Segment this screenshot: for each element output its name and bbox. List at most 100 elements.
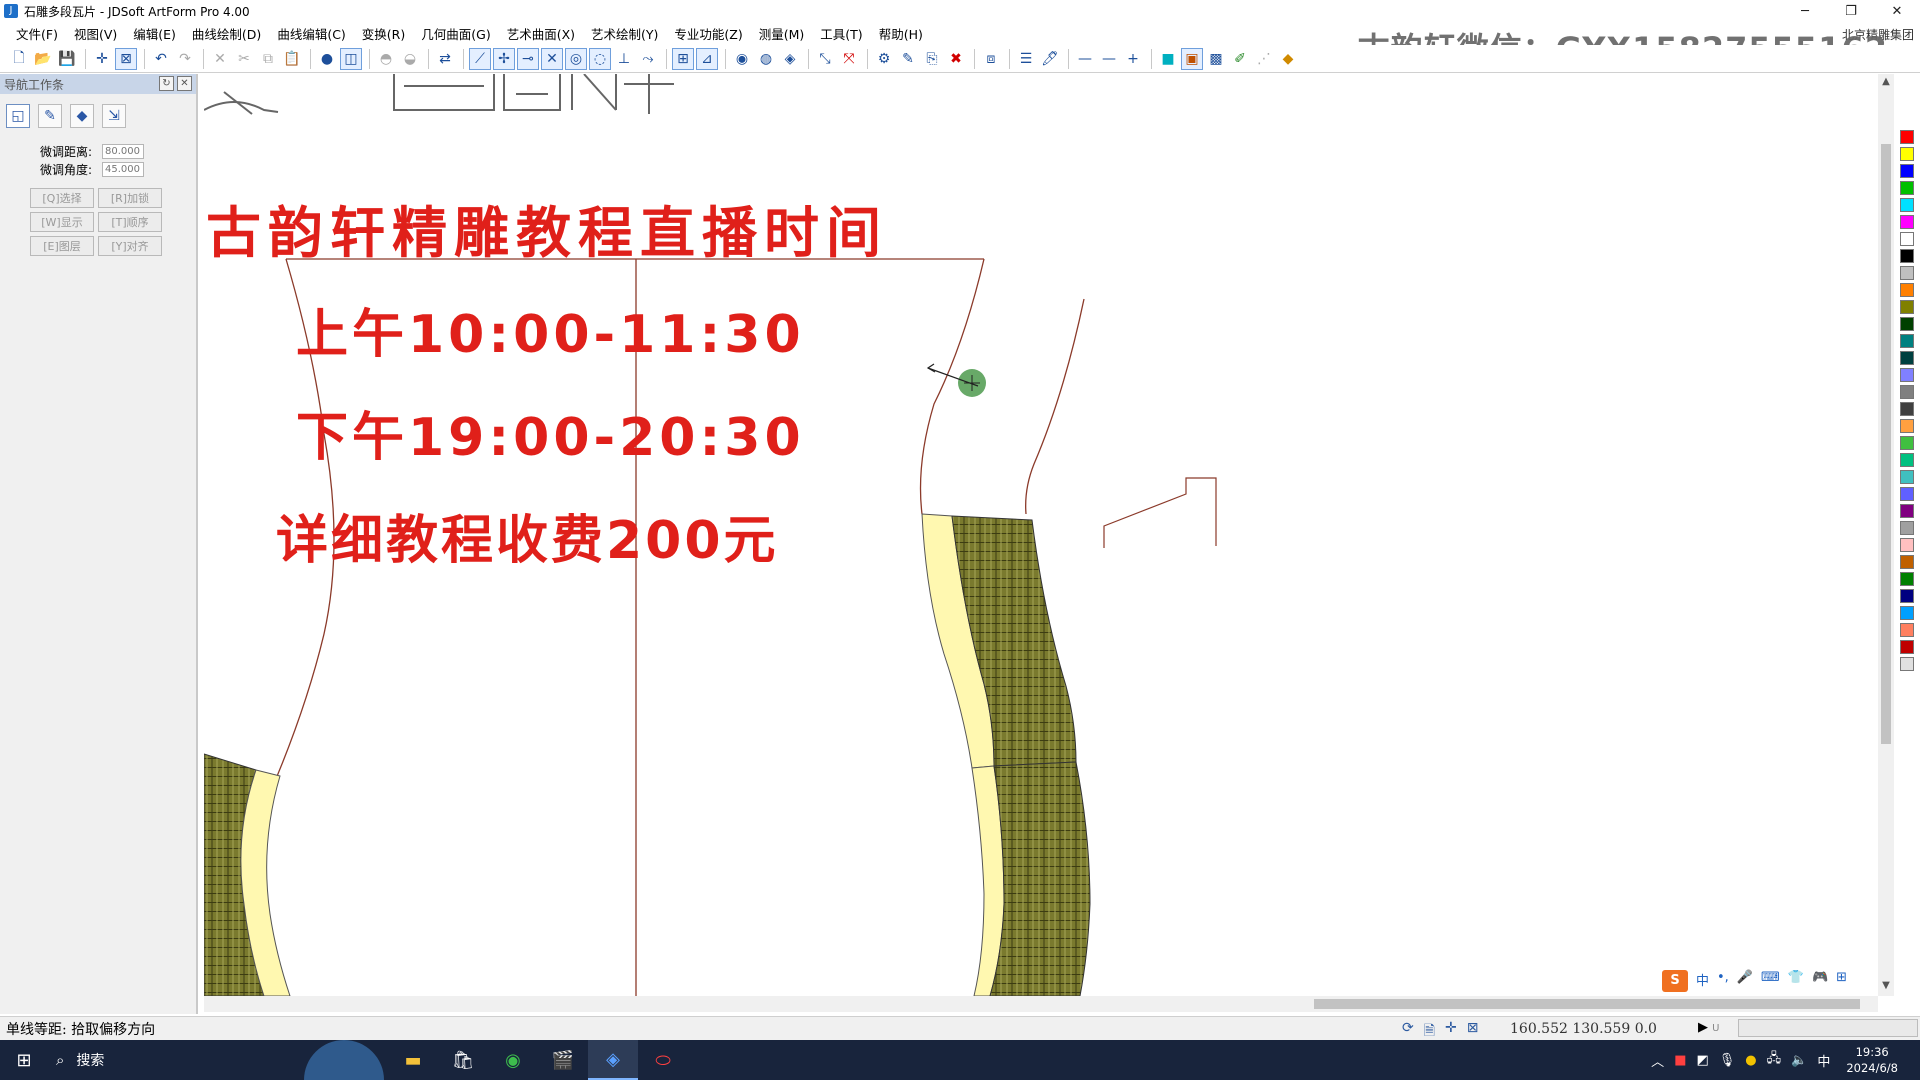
hatch-icon[interactable]: ☰ [1015, 48, 1037, 70]
new-file-icon[interactable]: 🗋 [8, 48, 30, 70]
menu-art-surface[interactable]: 艺术曲面(X) [501, 24, 581, 43]
volume-icon[interactable]: 🔈 [1791, 1053, 1807, 1068]
layer-hide-icon[interactable]: ◍ [755, 48, 777, 70]
menu-curve-draw[interactable]: 曲线绘制(D) [186, 24, 267, 43]
save-icon[interactable]: 💾 [56, 48, 78, 70]
node-join-icon[interactable]: ⎘ [921, 48, 943, 70]
microphone-icon[interactable]: 🎤 [1737, 970, 1753, 992]
pick-remove-icon[interactable]: ⤧ [838, 48, 860, 70]
color-swatch[interactable] [1900, 215, 1914, 229]
color-swatch[interactable] [1900, 334, 1914, 348]
taskbar-search[interactable]: ⌕ 搜索 [48, 1050, 248, 1070]
color-swatch[interactable] [1900, 453, 1914, 467]
ime-toolbar[interactable]: S 中 •, 🎤 ⌨ 👕 🎮 ⊞ [1658, 968, 1852, 994]
tray-app-icon[interactable]: ◩ [1696, 1053, 1708, 1068]
snap-perpendicular-icon[interactable]: ⊥ [613, 48, 635, 70]
close-icon[interactable]: ✕ [177, 76, 192, 91]
fine-distance-input[interactable] [102, 143, 144, 159]
tab-layer-icon[interactable]: ◆ [70, 104, 94, 128]
close-button[interactable]: ✕ [1874, 0, 1920, 22]
delete-icon[interactable]: ✕ [209, 48, 231, 70]
cube-view-icon[interactable]: ◫ [340, 47, 362, 70]
color-swatch[interactable] [1900, 283, 1914, 297]
display-button[interactable]: [W]显示 [30, 212, 94, 232]
color-swatch[interactable] [1900, 436, 1914, 450]
menu-help[interactable]: 帮助(H) [873, 24, 929, 43]
scroll-down-icon[interactable]: ▼ [1878, 980, 1894, 991]
cut-icon[interactable]: ✂ [233, 48, 255, 70]
line-style-icon[interactable]: — [1074, 48, 1096, 70]
color-swatch[interactable] [1900, 249, 1914, 263]
file-explorer-icon[interactable]: ▬ [388, 1040, 438, 1080]
color-swatch[interactable] [1900, 640, 1914, 654]
color-swatch[interactable] [1900, 623, 1914, 637]
menu-transform[interactable]: 变换(R) [356, 24, 411, 43]
grid-icon[interactable]: ⊞ [672, 47, 694, 70]
eyedropper-icon[interactable]: ✐ [1229, 48, 1251, 70]
menu-edit[interactable]: 编辑(E) [127, 24, 182, 43]
menu-measure[interactable]: 测量(M) [753, 24, 811, 43]
snap-center-icon[interactable]: ◎ [565, 47, 587, 70]
tab-edit-icon[interactable]: ✎ [38, 104, 62, 128]
color-swatch[interactable] [1900, 402, 1914, 416]
redo-icon[interactable]: ↷ [174, 48, 196, 70]
layer-show-icon[interactable]: ◉ [731, 48, 753, 70]
pin-icon[interactable]: ↻ [159, 76, 174, 91]
color-swatch[interactable] [1900, 181, 1914, 195]
snap-line-icon[interactable]: ⟋ [469, 47, 491, 70]
input-language[interactable]: 中 [1817, 1051, 1830, 1070]
snap-circle-icon[interactable]: ◌ [589, 47, 611, 70]
node-break-icon[interactable]: ✎ [897, 48, 919, 70]
windows-start-icon[interactable]: ⊞ [0, 1040, 48, 1080]
menu-tools[interactable]: 工具(T) [814, 24, 868, 43]
crosshair-icon[interactable]: ✛ [91, 48, 113, 70]
snap-intersect-icon[interactable]: ✢ [493, 47, 515, 70]
snap-cross-icon[interactable]: ✕ [541, 47, 563, 70]
layer-button[interactable]: [E]图层 [30, 236, 94, 256]
gamepad-icon[interactable]: 🎮 [1812, 970, 1828, 992]
network-icon[interactable]: 🖧 [1767, 1049, 1782, 1071]
color-swatch[interactable] [1900, 300, 1914, 314]
ortho-icon[interactable]: ⊿ [696, 47, 718, 70]
color-swatch[interactable] [1900, 232, 1914, 246]
vertical-scrollbar[interactable]: ▲ ▼ [1878, 74, 1894, 996]
color-swatch[interactable] [1900, 521, 1914, 535]
color-swatch[interactable] [1900, 266, 1914, 280]
color-swatch[interactable] [1900, 385, 1914, 399]
open-file-icon[interactable]: 📂 [32, 48, 54, 70]
menu-art-draw[interactable]: 艺术绘制(Y) [585, 24, 664, 43]
ime-mode[interactable]: 中 [1696, 970, 1709, 992]
tray-recorder-icon[interactable]: ■ [1674, 1053, 1686, 1068]
fine-angle-input[interactable] [102, 161, 144, 177]
layer-lock-icon[interactable]: ◈ [779, 48, 801, 70]
node-edit-icon[interactable]: ⚙ [873, 48, 895, 70]
browser-icon[interactable]: ◉ [488, 1040, 538, 1080]
horizontal-scroll-thumb[interactable] [1314, 999, 1860, 1009]
menu-file[interactable]: 文件(F) [10, 24, 64, 43]
color-swatch[interactable] [1900, 419, 1914, 433]
color-swatch[interactable] [1900, 470, 1914, 484]
align-button[interactable]: [Y]对齐 [98, 236, 162, 256]
shade-icon[interactable]: ◓ [375, 48, 397, 70]
drawing-canvas[interactable]: 古韵轩精雕教程直播时间 上午10:00-11:30 下午19:00-20:30 … [204, 74, 1878, 996]
color-swatch[interactable] [1900, 351, 1914, 365]
order-button[interactable]: [T]顺序 [98, 212, 162, 232]
lock-button[interactable]: [R]加锁 [98, 188, 162, 208]
tray-mic-icon[interactable]: 🎙 [1719, 1053, 1736, 1068]
color-swatch[interactable] [1900, 368, 1914, 382]
tray-security-icon[interactable]: ● [1745, 1053, 1756, 1068]
system-clock[interactable]: 19:36 2024/6/8 [1846, 1044, 1898, 1076]
artform-app-icon[interactable]: ◈ [588, 1040, 638, 1080]
grid-menu-icon[interactable]: ⊞ [1836, 970, 1847, 992]
color-swatch[interactable] [1900, 606, 1914, 620]
scroll-up-icon[interactable]: ▲ [1878, 76, 1894, 87]
color-swatch[interactable] [1900, 538, 1914, 552]
mirror-icon[interactable]: ⧈ [980, 48, 1002, 70]
sphere-view-icon[interactable]: ● [316, 48, 338, 70]
skin-icon[interactable]: 👕 [1788, 970, 1804, 992]
snap-midpoint-icon[interactable]: ⊸ [517, 47, 539, 70]
color-swatch[interactable] [1900, 572, 1914, 586]
restore-button[interactable]: ❐ [1828, 0, 1874, 22]
tab-select-icon[interactable]: ◱ [6, 104, 30, 128]
color-swatch[interactable] [1900, 504, 1914, 518]
